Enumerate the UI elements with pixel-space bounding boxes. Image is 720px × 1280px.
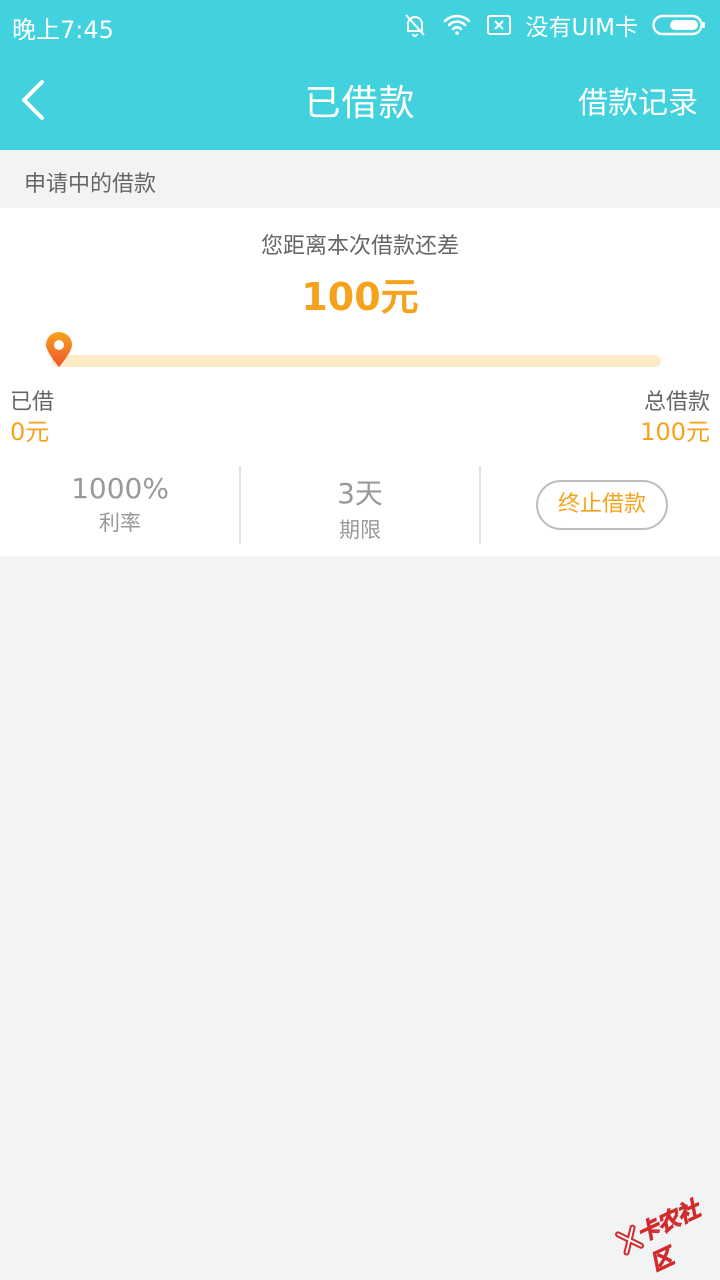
battery-icon — [652, 13, 706, 37]
status-time: 晚上7:45 — [12, 16, 114, 44]
remaining-amount: 100元 — [301, 275, 419, 319]
wifi-icon — [442, 12, 472, 38]
rate-stat: 1000% 利率 — [0, 466, 240, 544]
carrier-text: 没有UIM卡 — [525, 15, 638, 41]
loan-record-link[interactable]: 借款记录 — [578, 78, 698, 122]
section-label: 申请中的借款 — [24, 172, 157, 197]
header-bar: 晚上7:45 没有UIM卡 已借款 借款记录 — [0, 0, 720, 150]
total-value: 100元 — [640, 418, 710, 446]
loan-card: 您距离本次借款还差 100元 已借 0元 总借款 100元 1000% 利率 3… — [0, 208, 720, 556]
progress-track — [52, 355, 661, 367]
rate-label: 利率 — [99, 511, 141, 535]
bell-off-icon — [402, 12, 428, 38]
term-value: 3天 — [337, 477, 383, 510]
term-stat: 3天 期限 — [240, 466, 480, 544]
watermark-text: 卡农社区 — [633, 1197, 704, 1278]
rate-value: 1000% — [71, 472, 169, 505]
status-right: 没有UIM卡 — [402, 8, 706, 42]
location-pin-icon — [44, 332, 74, 372]
nav-bar: 已借款 借款记录 — [0, 50, 720, 150]
borrowed-value: 0元 — [10, 418, 50, 446]
sim-error-icon — [486, 13, 512, 37]
term-label: 期限 — [339, 518, 381, 542]
loan-stats: 1000% 利率 3天 期限 终止借款 — [0, 466, 720, 544]
watermark-logo: 卡农社区 — [609, 1183, 718, 1277]
loan-tip: 您距离本次借款还差 — [260, 234, 459, 259]
stat-divider — [479, 466, 481, 544]
status-bar: 晚上7:45 没有UIM卡 — [0, 0, 720, 50]
stop-loan-button[interactable]: 终止借款 — [536, 480, 668, 530]
